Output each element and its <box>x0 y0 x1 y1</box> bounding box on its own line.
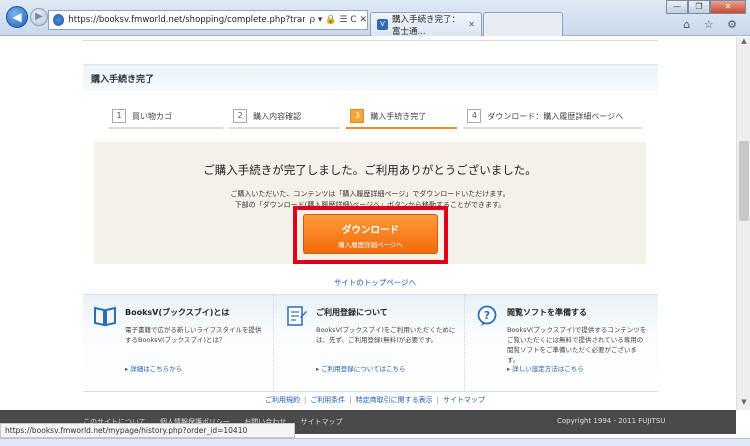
step-confirm: 2 購入内容確認 <box>229 105 341 129</box>
top-page-link[interactable]: サイトのトップページへ <box>0 277 750 288</box>
status-bar-url: https://booksv.fmworld.net/mypage/histor… <box>0 423 295 438</box>
info-registration: ご利用登録について BooksV(ブックスブイ)をご利用いただくためには、先ず、… <box>274 295 465 391</box>
page-title: 購入手続き完了 <box>83 64 658 91</box>
step-label: 購入内容確認 <box>253 111 302 121</box>
forward-button[interactable]: ▶ <box>30 8 48 26</box>
step-label: 購入手続き完了 <box>370 111 427 121</box>
step-number: 3 <box>350 109 365 123</box>
book-icon <box>94 306 116 327</box>
step-number: 2 <box>233 109 248 123</box>
step-complete: 3 購入手続き完了 <box>346 105 458 129</box>
info-viewer: ? 閲覧ソフトを準備する BooksV(ブックスブイ)で提供するコンテンツをご覧… <box>465 295 656 391</box>
question-icon: ? <box>477 305 497 326</box>
footer-link-conditions[interactable]: ご利用条件 <box>310 396 345 404</box>
address-actions-icon[interactable]: ρ ▾ 🔒 ☰ C ✕ <box>309 15 367 25</box>
minimize-button[interactable]: — <box>666 0 688 14</box>
info-link[interactable]: 詳細はこちらから <box>125 363 182 373</box>
scroll-down-icon[interactable]: ▼ <box>737 398 750 410</box>
tab-label: 購入手続き完了：富士通... <box>392 14 461 37</box>
copyright: Copyright 1994 - 2011 FUJITSU <box>557 417 666 425</box>
tab-favicon-icon: V <box>377 19 388 30</box>
close-window-button[interactable]: ✕ <box>710 0 746 14</box>
step-cart: 1 買い物カゴ <box>108 105 224 129</box>
maximize-button[interactable]: ❐ <box>688 0 710 14</box>
footer-sitemap-link[interactable]: サイトマップ <box>301 418 343 426</box>
svg-text:?: ? <box>484 309 490 322</box>
completion-panel: ご購入手続きが完了しました。ご利用ありがとうございました。 ご購入いただいた、コ… <box>94 142 646 264</box>
vertical-scrollbar[interactable]: ▲ ▼ <box>736 37 750 410</box>
info-link[interactable]: 詳しい設定方法はこちら <box>507 363 584 373</box>
step-label: 買い物カゴ <box>132 111 172 121</box>
form-icon <box>287 306 307 326</box>
info-description: 電子書籍で広がる新しいライフスタイルを提供するBooksV(ブックスブイ)とは？ <box>125 326 262 344</box>
address-url[interactable]: https://booksv.fmworld.net/shopping/comp… <box>68 15 305 25</box>
progress-steps: 1 買い物カゴ 2 購入内容確認 3 購入手続き完了 4 ダウンロード：購入履歴… <box>108 105 648 131</box>
step-label: ダウンロード：購入履歴詳細ページへ <box>487 111 624 121</box>
window-bottom-bar <box>0 438 750 446</box>
description-line: ご購入いただいた、コンテンツは「購入履歴詳細ページ」でダウンロードいただけます。 <box>230 190 510 198</box>
window-controls: — ❐ ✕ <box>666 0 746 14</box>
back-button[interactable]: ◀ <box>6 6 28 28</box>
completion-message: ご購入手続きが完了しました。ご利用ありがとうございました。 <box>203 163 537 177</box>
info-title: 閲覧ソフトを準備する <box>507 308 587 317</box>
step-download: 4 ダウンロード：購入履歴詳細ページへ <box>463 105 642 129</box>
info-description: BooksV(ブックスブイ)をご利用いただくためには、先ず、ご利用登録(無料)が… <box>316 326 456 344</box>
step-number: 1 <box>112 109 126 123</box>
footer-link-commerce[interactable]: 特定商取引に関する表示 <box>356 396 433 404</box>
address-bar[interactable]: https://booksv.fmworld.net/shopping/comp… <box>48 10 368 30</box>
browser-tools-icons[interactable]: ⌂ ☆ ⚙ <box>683 18 742 31</box>
browser-toolbar: ◀ ▶ https://booksv.fmworld.net/shopping/… <box>0 0 750 37</box>
tab-new[interactable] <box>483 12 563 36</box>
info-title: BooksV(ブックスブイ)とは <box>125 308 230 317</box>
scrollbar-thumb[interactable] <box>739 141 749 221</box>
download-button-label: ダウンロード <box>341 225 399 236</box>
tab-close-icon[interactable]: ✕ <box>468 20 475 29</box>
footer-link-sitemap[interactable]: サイトマップ <box>443 396 485 404</box>
download-button[interactable]: ダウンロード 購入履歴詳細ページへ <box>303 214 438 254</box>
scroll-up-icon[interactable]: ▲ <box>737 37 750 49</box>
footer-links: ご利用規約 | ご利用条件 | 特定商取引に関する表示 | サイトマップ <box>264 396 486 404</box>
info-description: BooksV(ブックスブイ)で提供するコンテンツをご覧いただくには無料で提供され… <box>507 326 647 364</box>
info-section: BooksV(ブックスブイ)とは 電子書籍で広がる新しいライフスタイルを提供する… <box>83 294 658 392</box>
info-about: BooksV(ブックスブイ)とは 電子書籍で広がる新しいライフスタイルを提供する… <box>83 295 274 391</box>
info-title: ご利用登録について <box>316 308 388 317</box>
divider <box>83 40 658 41</box>
site-icon <box>53 14 65 26</box>
download-button-sublabel: 購入履歴詳細ページへ <box>338 241 403 249</box>
page-content: 購入手続き完了 1 買い物カゴ 2 購入内容確認 3 購入手続き完了 4 ダウン… <box>0 37 750 446</box>
step-number: 4 <box>467 109 482 123</box>
tab-active[interactable]: V 購入手続き完了：富士通... ✕ <box>370 12 482 37</box>
info-link[interactable]: ご利用登録についてはこちら <box>316 363 405 373</box>
footer-link-terms[interactable]: ご利用規約 <box>265 396 300 404</box>
